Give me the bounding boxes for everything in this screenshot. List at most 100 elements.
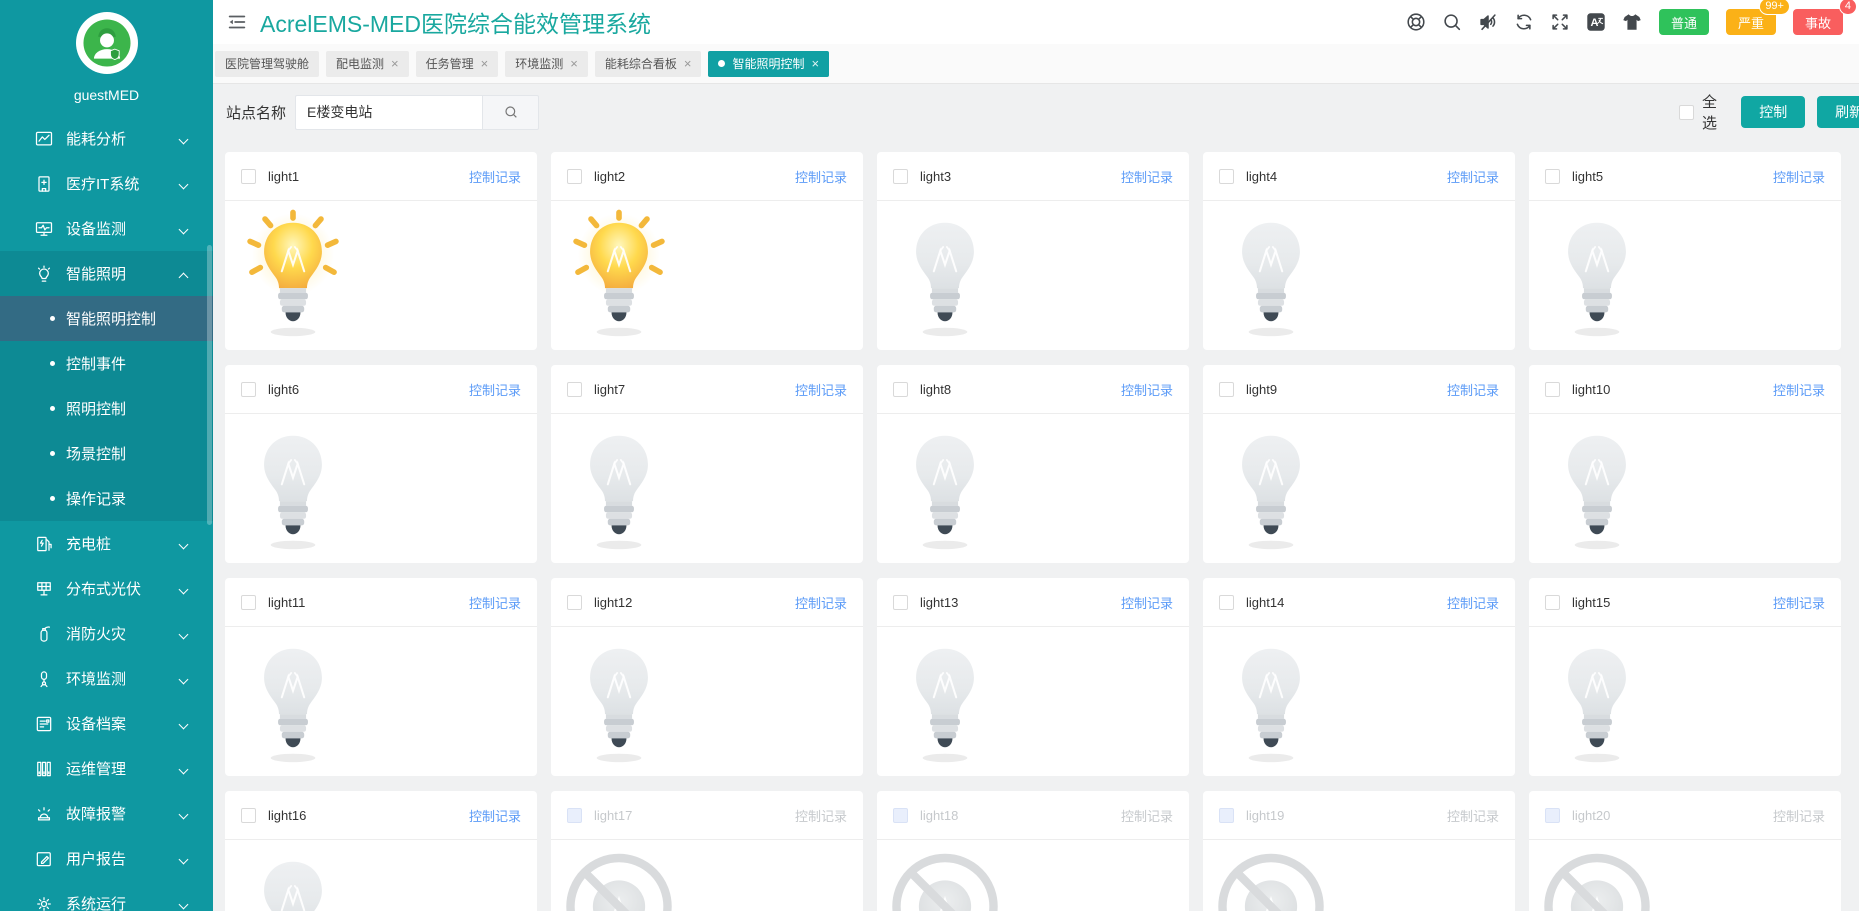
light-card-header: light11 控制记录 bbox=[225, 578, 537, 627]
tab-智能照明控制[interactable]: 智能照明控制 × bbox=[708, 50, 830, 77]
control-record-link[interactable]: 控制记录 bbox=[1447, 593, 1499, 612]
sidebar-item-label: 能耗分析 bbox=[66, 131, 127, 148]
light-name: light10 bbox=[1572, 381, 1611, 397]
sidebar-subitem-照明控制[interactable]: 照明控制 bbox=[0, 386, 213, 431]
sidebar-item-设备档案[interactable]: 设备档案 bbox=[0, 701, 213, 746]
sidebar-item-系统运行[interactable]: 系统运行 bbox=[0, 881, 213, 911]
sidebar-item-用户报告[interactable]: 用户报告 bbox=[0, 836, 213, 881]
sidebar-subitem-控制事件[interactable]: 控制事件 bbox=[0, 341, 213, 386]
alarm-badge-事故[interactable]: 事故 4 bbox=[1792, 0, 1857, 35]
light-checkbox[interactable] bbox=[567, 594, 582, 610]
control-record-link[interactable]: 控制记录 bbox=[1773, 380, 1825, 399]
sound-muted-icon[interactable] bbox=[1477, 11, 1499, 33]
light-card-header: light12 控制记录 bbox=[551, 578, 863, 627]
bullet-icon bbox=[50, 496, 55, 501]
control-record-link[interactable]: 控制记录 bbox=[1121, 593, 1173, 612]
light-checkbox[interactable] bbox=[1545, 594, 1560, 610]
tab-医院管理驾驶舱[interactable]: 医院管理驾驶舱 bbox=[215, 50, 320, 77]
site-name-input[interactable] bbox=[295, 94, 483, 130]
translate-icon[interactable]: A bbox=[1585, 11, 1607, 33]
control-record-link[interactable]: 控制记录 bbox=[469, 380, 521, 399]
sidebar-item-消防火灾[interactable]: 消防火灾 bbox=[0, 611, 213, 656]
smart-lighting-icon bbox=[34, 264, 54, 284]
tab-close-icon[interactable]: × bbox=[391, 57, 399, 70]
light-card-light19: light19 控制记录 bbox=[1203, 791, 1515, 911]
tab-close-icon[interactable]: × bbox=[811, 57, 819, 70]
control-button[interactable]: 控制 bbox=[1741, 96, 1806, 128]
sidebar-subitem-智能照明控制[interactable]: 智能照明控制 bbox=[0, 296, 213, 341]
light-checkbox[interactable] bbox=[241, 594, 256, 610]
refresh-button[interactable]: 刷新 bbox=[1817, 96, 1859, 128]
light-name: light3 bbox=[920, 168, 952, 184]
sidebar: guestMED 能耗分析 医疗IT系统 设备监测 智能照明 智能照明控制 控制… bbox=[0, 0, 213, 911]
sidebar-item-智能照明[interactable]: 智能照明 bbox=[0, 251, 213, 296]
alarm-badge-label: 严重 bbox=[1737, 15, 1764, 31]
light-checkbox[interactable] bbox=[241, 807, 256, 823]
control-record-link[interactable]: 控制记录 bbox=[1773, 167, 1825, 186]
fullscreen-icon[interactable] bbox=[1549, 11, 1571, 33]
light-checkbox[interactable] bbox=[1219, 594, 1234, 610]
light-checkbox[interactable] bbox=[1545, 168, 1560, 184]
sidebar-item-能耗分析[interactable]: 能耗分析 bbox=[0, 116, 213, 161]
device-monitor-icon bbox=[34, 219, 54, 239]
lifebuoy-icon[interactable] bbox=[1405, 11, 1427, 33]
light-checkbox[interactable] bbox=[1219, 381, 1234, 397]
control-record-link[interactable]: 控制记录 bbox=[469, 167, 521, 186]
control-record-link[interactable]: 控制记录 bbox=[1773, 593, 1825, 612]
tab-能耗综合看板[interactable]: 能耗综合看板 × bbox=[594, 50, 702, 77]
tab-配电监测[interactable]: 配电监测 × bbox=[326, 50, 409, 77]
tab-close-icon[interactable]: × bbox=[684, 57, 692, 70]
sidebar-item-运维管理[interactable]: 运维管理 bbox=[0, 746, 213, 791]
sidebar-item-分布式光伏[interactable]: 分布式光伏 bbox=[0, 566, 213, 611]
control-record-link[interactable]: 控制记录 bbox=[1121, 167, 1173, 186]
control-record-link[interactable]: 控制记录 bbox=[1121, 380, 1173, 399]
alarm-badge-严重[interactable]: 严重 99+ bbox=[1725, 0, 1790, 35]
bulb-off-icon bbox=[237, 418, 349, 558]
light-checkbox[interactable] bbox=[1545, 381, 1560, 397]
light-card-header: light18 控制记录 bbox=[877, 791, 1189, 840]
control-record-link[interactable]: 控制记录 bbox=[469, 593, 521, 612]
sidebar-item-医疗IT系统[interactable]: 医疗IT系统 bbox=[0, 161, 213, 206]
search-icon[interactable] bbox=[1441, 11, 1463, 33]
light-checkbox[interactable] bbox=[893, 381, 908, 397]
light-card-light17: light17 控制记录 bbox=[551, 791, 863, 911]
sidebar-item-故障报警[interactable]: 故障报警 bbox=[0, 791, 213, 836]
sidebar-subitem-label: 操作记录 bbox=[66, 491, 127, 508]
light-checkbox[interactable] bbox=[241, 168, 256, 184]
tab-任务管理[interactable]: 任务管理 × bbox=[415, 50, 499, 77]
alarm-badge-label: 普通 bbox=[1670, 15, 1697, 31]
tab-环境监测[interactable]: 环境监测 × bbox=[505, 50, 588, 77]
alarm-badge-普通[interactable]: 普通 bbox=[1658, 9, 1709, 35]
tab-label: 任务管理 bbox=[425, 57, 474, 71]
control-record-link[interactable]: 控制记录 bbox=[1447, 380, 1499, 399]
light-checkbox[interactable] bbox=[893, 168, 908, 184]
refresh-icon[interactable] bbox=[1513, 11, 1535, 33]
control-record-link[interactable]: 控制记录 bbox=[795, 593, 847, 612]
control-record-link[interactable]: 控制记录 bbox=[795, 167, 847, 186]
light-name: light19 bbox=[1246, 807, 1285, 823]
control-record-link[interactable]: 控制记录 bbox=[795, 380, 847, 399]
sidebar-scrollbar[interactable] bbox=[207, 245, 212, 525]
user-report-icon bbox=[34, 849, 54, 869]
skin-icon[interactable] bbox=[1621, 11, 1643, 33]
sidebar-item-设备监测[interactable]: 设备监测 bbox=[0, 206, 213, 251]
site-search-button[interactable] bbox=[482, 94, 540, 130]
tab-close-icon[interactable]: × bbox=[481, 57, 489, 70]
light-checkbox[interactable] bbox=[893, 594, 908, 610]
light-checkbox[interactable] bbox=[1219, 168, 1234, 184]
control-record-link[interactable]: 控制记录 bbox=[1447, 167, 1499, 186]
sidebar-item-环境监测[interactable]: 环境监测 bbox=[0, 656, 213, 701]
device-archive-icon bbox=[34, 714, 54, 734]
select-all-checkbox[interactable] bbox=[1679, 104, 1694, 120]
menu-collapse-icon[interactable] bbox=[226, 11, 248, 33]
light-checkbox[interactable] bbox=[241, 381, 256, 397]
sidebar-subitem-操作记录[interactable]: 操作记录 bbox=[0, 476, 213, 521]
light-checkbox[interactable] bbox=[567, 168, 582, 184]
chevron-down-icon bbox=[178, 629, 189, 640]
control-record-link[interactable]: 控制记录 bbox=[469, 806, 521, 825]
tab-close-icon[interactable]: × bbox=[570, 57, 578, 70]
sidebar-subitem-场景控制[interactable]: 场景控制 bbox=[0, 431, 213, 476]
bulb-off-icon bbox=[1541, 205, 1653, 345]
sidebar-item-充电桩[interactable]: 充电桩 bbox=[0, 521, 213, 566]
light-checkbox[interactable] bbox=[567, 381, 582, 397]
